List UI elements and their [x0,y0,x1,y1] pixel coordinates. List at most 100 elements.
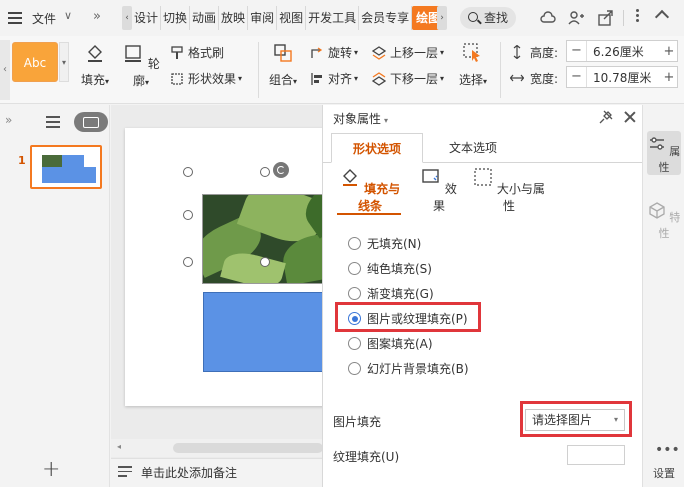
radio-button[interactable] [348,362,361,375]
width-icon [510,74,524,82]
bring-forward-label: 上移一层 [390,46,439,60]
ribbon-divider [500,42,501,98]
tab-view[interactable]: 视图 [277,6,307,30]
collaborate-icon[interactable] [568,10,584,26]
notes-placeholder[interactable]: 单击此处添加备注 [141,464,237,481]
send-backward-button[interactable]: 下移一层 ▾ [372,70,444,87]
fill-option-solid[interactable]: 纯色填充(S) [348,260,432,277]
notes-bar[interactable]: 单击此处添加备注 [111,458,322,487]
fill-option-gradient[interactable]: 渐变填充(G) [348,285,434,302]
sidebar-item-settings[interactable]: ••• 设置 [647,441,681,481]
tab-developer[interactable]: 开发工具 [306,6,360,30]
outline-button[interactable]: 轮廓▾ [122,42,160,89]
rotate-handle[interactable] [273,162,289,178]
title-tab-bar: 文件 ∨ » ‹ 设计 切换 动画 放映 审阅 视图 开发工具 会员专享 绘图 … [0,0,684,36]
height-increase-button[interactable]: + [661,44,677,59]
rotate-icon [311,46,323,58]
thumbnail-view-toggle[interactable] [74,112,108,132]
resize-handle[interactable] [260,257,270,267]
collapse-ribbon-icon[interactable] [654,9,670,25]
group-button[interactable]: 组合▾ [266,42,300,88]
fill-button[interactable]: 填充▾ [78,42,112,88]
radio-button[interactable] [348,262,361,275]
scrollbar-thumb[interactable] [173,443,322,453]
height-decrease-button[interactable]: − [567,41,587,61]
scroll-left-arrow[interactable]: ◂ [117,442,121,451]
bring-forward-icon [372,45,386,60]
tab-slideshow[interactable]: 放映 [219,6,249,30]
close-icon[interactable] [623,110,637,124]
tab-review[interactable]: 审阅 [248,6,278,30]
subtab-fill-line[interactable]: 填充与线条 [335,167,405,214]
tab-transition[interactable]: 切换 [161,6,191,30]
fill-bucket-icon [88,45,102,62]
outline-icon [125,45,142,62]
width-increase-button[interactable]: + [661,70,677,85]
subtab-size-properties[interactable]: 大小与属性 [473,167,545,214]
picture-filled-shape[interactable] [202,194,322,284]
shape-style-preview[interactable]: Abc [12,42,58,82]
pin-icon[interactable] [599,110,613,124]
radio-button[interactable] [348,237,361,250]
toolbar-divider [623,10,624,26]
shape-effect-label: 形状效果 [188,72,237,86]
tab-scroll-left-button[interactable]: ‹ [122,6,132,30]
rotate-button[interactable]: 旋转 ▾ [310,44,358,61]
fill-option-pattern[interactable]: 图案填充(A) [348,335,433,352]
tab-scroll-right-button[interactable]: › [437,6,447,30]
width-field[interactable]: − 10.78厘米 + [566,66,678,88]
more-options-icon[interactable] [636,9,640,24]
add-slide-button[interactable]: + [42,457,60,482]
subtab-effects[interactable]: 效果 [419,167,459,214]
search-button[interactable]: 查找 [460,7,516,29]
slide-thumbnail-panel: » 1 + [0,105,110,487]
panel-title[interactable]: 对象属性 ▾ [333,110,388,127]
align-button[interactable]: 对齐 ▾ [310,70,358,87]
resize-handle[interactable] [183,167,193,177]
height-label: 高度: [530,46,559,60]
shape-style-dropdown[interactable]: ▾ [59,42,69,82]
share-icon[interactable] [597,10,613,26]
format-brush-button[interactable]: 格式刷 [170,44,224,61]
sidebar-item-properties[interactable]: 属性 [647,131,681,175]
resize-handle[interactable] [183,210,193,220]
collapse-panel-icon[interactable]: » [5,113,12,127]
property-tabs: 形状选项 文本选项 [323,133,643,163]
radio-button[interactable] [348,337,361,350]
more-tabs-icon[interactable]: » [93,9,101,24]
tab-animation[interactable]: 动画 [190,6,220,30]
cloud-sync-icon[interactable] [540,10,556,26]
tab-member[interactable]: 会员专享 [359,6,413,30]
fill-option-slide-background[interactable]: 幻灯片背景填充(B) [348,360,469,377]
resize-handle[interactable] [183,257,193,267]
bring-forward-button[interactable]: 上移一层 ▾ [372,44,444,61]
tab-design[interactable]: 设计 [132,6,162,30]
width-decrease-button[interactable]: − [567,67,587,87]
shape-effect-button[interactable]: 形状效果 ▾ [170,70,242,87]
tab-text-options[interactable]: 文本选项 [433,133,513,163]
align-icon [311,72,322,85]
slide[interactable] [125,128,322,406]
outline-view-icon[interactable] [46,116,60,128]
radio-button[interactable] [348,287,361,300]
horizontal-scrollbar[interactable]: ◂ [111,439,322,457]
width-value[interactable]: 10.78厘米 [587,69,661,86]
height-value[interactable]: 6.26厘米 [587,43,661,60]
texture-fill-select[interactable] [567,445,625,465]
tab-shape-options[interactable]: 形状选项 [331,133,423,163]
format-brush-label: 格式刷 [188,46,225,60]
resize-handle[interactable] [260,167,270,177]
chevron-down-icon[interactable]: ∨ [64,9,72,22]
ribbon-scroll-left-button[interactable]: ‹ [0,40,10,100]
fill-option-none[interactable]: 无填充(N) [348,235,421,252]
file-menu[interactable]: 文件 [32,10,56,27]
height-icon [513,45,521,59]
select-button[interactable]: 选择▾ [456,42,490,88]
sidebar-item-features[interactable]: 特性 [647,197,681,241]
height-field[interactable]: − 6.26厘米 + [566,40,678,62]
slide-thumbnail[interactable] [30,145,102,189]
rectangle-shape[interactable] [203,292,322,372]
hamburger-menu-icon[interactable] [8,12,22,24]
align-label: 对齐 [328,72,353,86]
subtab-fill-line-label: 填充与线条 [357,182,401,213]
